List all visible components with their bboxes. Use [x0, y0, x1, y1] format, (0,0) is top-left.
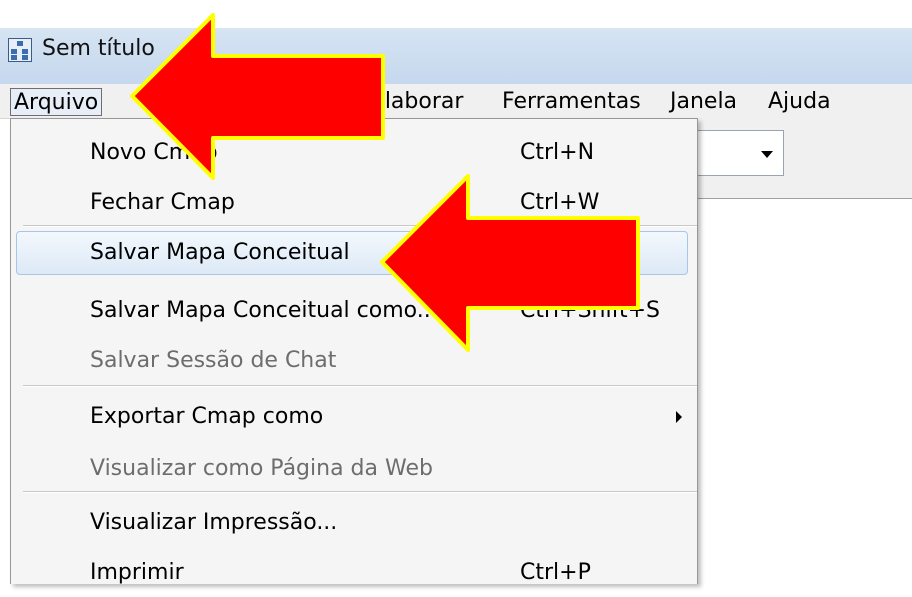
- menu-item-salvar-mapa[interactable]: Salvar Mapa Conceitual: [12, 229, 696, 277]
- menu-item-novo-cmap[interactable]: Novo Cmap Ctrl+N: [12, 129, 696, 177]
- menu-item-visualizar-web[interactable]: Visualizar como Página da Web: [12, 445, 696, 493]
- chevron-right-icon: [676, 411, 682, 423]
- menu-item-label: Visualizar Impressão...: [90, 510, 338, 535]
- toolbar-combo-box[interactable]: [690, 130, 784, 176]
- menu-ajuda[interactable]: Ajuda: [768, 88, 831, 116]
- menu-item-shortcut: Ctrl+P: [520, 560, 591, 585]
- arquivo-dropdown-menu: Novo Cmap Ctrl+N Fechar Cmap Ctrl+W Salv…: [10, 118, 698, 585]
- menu-separator: [23, 491, 697, 493]
- menu-separator: [23, 385, 697, 387]
- background-strip: [0, 0, 912, 28]
- menu-item-shortcut: Ctrl+Shift+S: [520, 298, 660, 323]
- menu-item-salvar-como[interactable]: Salvar Mapa Conceitual como... Ctrl+Shif…: [12, 287, 696, 335]
- menu-ferramentas[interactable]: Ferramentas: [502, 88, 641, 116]
- menu-colaborar[interactable]: Colaborar: [356, 88, 463, 116]
- cmap-app-icon: [8, 38, 32, 62]
- menu-separator: [23, 225, 697, 227]
- menu-arquivo[interactable]: Arquivo: [10, 88, 103, 116]
- menu-item-label: Novo Cmap: [90, 140, 218, 165]
- menu-item-label: Salvar Mapa Conceitual como...: [90, 298, 438, 323]
- chevron-down-icon: [761, 151, 773, 158]
- menu-item-salvar-sessao-chat[interactable]: Salvar Sessão de Chat: [12, 337, 696, 385]
- menu-item-label: Salvar Mapa Conceitual: [90, 240, 350, 265]
- menu-item-label: Salvar Sessão de Chat: [90, 348, 337, 373]
- menu-janela[interactable]: Janela: [670, 88, 737, 116]
- menu-item-label: Exportar Cmap como: [90, 404, 324, 429]
- menu-item-fechar-cmap[interactable]: Fechar Cmap Ctrl+W: [12, 179, 696, 227]
- menu-item-label: Visualizar como Página da Web: [90, 456, 433, 481]
- menu-item-shortcut: Ctrl+W: [520, 190, 600, 215]
- window-title: Sem título: [42, 36, 155, 61]
- menu-item-imprimir[interactable]: Imprimir Ctrl+P: [12, 549, 696, 597]
- menu-item-shortcut: Ctrl+N: [520, 140, 595, 165]
- menu-item-label: Imprimir: [90, 560, 184, 585]
- menu-item-visualizar-impressao[interactable]: Visualizar Impressão...: [12, 499, 696, 547]
- menu-item-label: Fechar Cmap: [90, 190, 235, 215]
- menu-item-exportar-cmap[interactable]: Exportar Cmap como: [12, 393, 696, 441]
